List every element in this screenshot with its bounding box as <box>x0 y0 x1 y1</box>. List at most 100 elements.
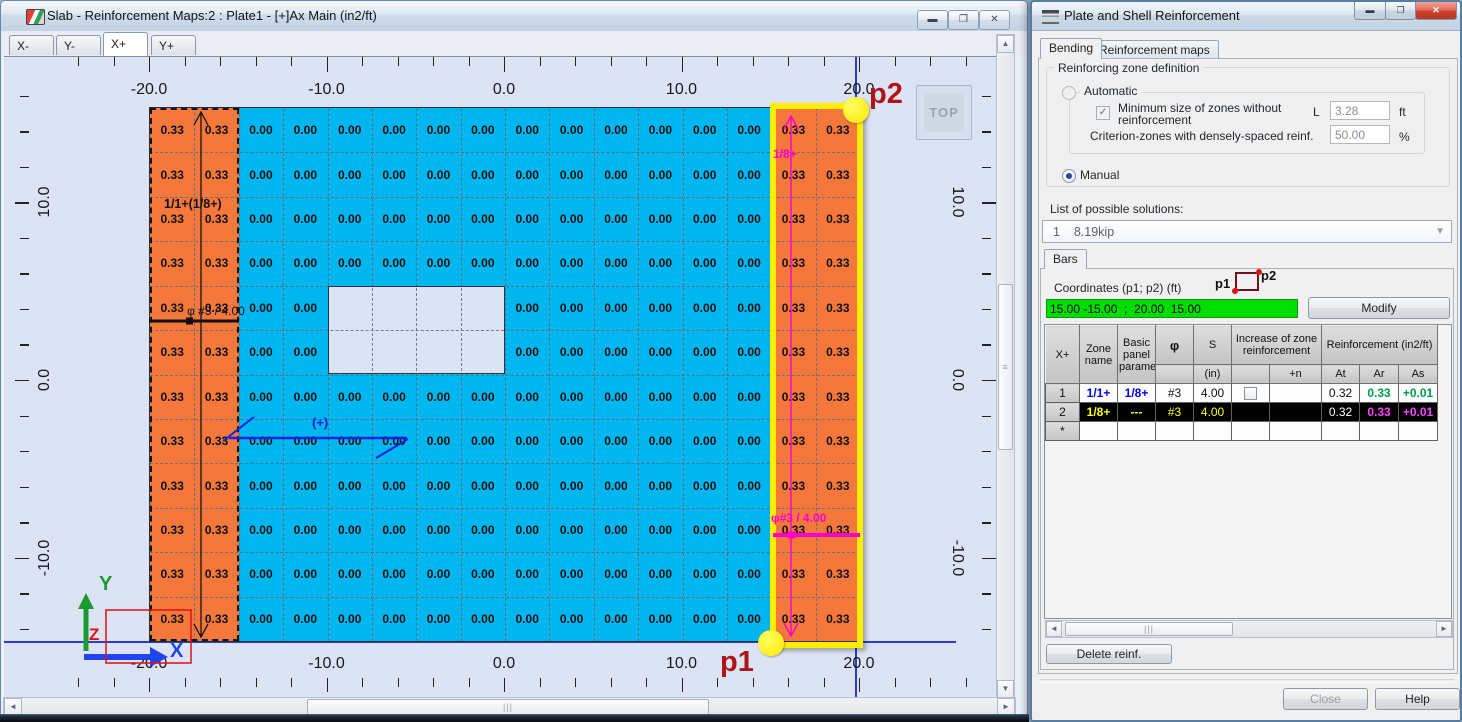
table-cell[interactable]: #3 <box>1155 383 1194 403</box>
table-cell[interactable] <box>1268 383 1323 403</box>
table-cell[interactable]: 1/8+ <box>1117 383 1156 403</box>
table-cell[interactable]: 0.32 <box>1321 383 1361 403</box>
slab[interactable]: 0.33 0.33 0.00 0.00 0.00 0.00 0.00 0.00 0.00 0.00… <box>149 107 861 642</box>
modify-button[interactable]: Modify <box>1308 297 1450 319</box>
table-cell[interactable]: #3 <box>1155 402 1194 422</box>
minimize-button[interactable]: ▬ <box>917 10 948 30</box>
table-cell[interactable] <box>1398 421 1439 441</box>
table-row[interactable]: * <box>1045 421 1439 441</box>
map-value: 0.33 <box>160 434 184 449</box>
horizontal-scroll-thumb[interactable]: ||| <box>307 699 709 715</box>
close-icon[interactable]: ✕ <box>979 10 1010 30</box>
delete-reinf-button[interactable]: Delete reinf. <box>1046 644 1172 664</box>
restore-button[interactable]: ❐ <box>948 10 979 30</box>
view-top-button[interactable]: TOP <box>916 85 972 140</box>
table-cell[interactable] <box>1231 383 1270 403</box>
ruler-tick <box>982 237 991 240</box>
map-value: 0.00 <box>737 611 761 626</box>
panel-close-icon[interactable]: ✕ <box>1415 2 1457 20</box>
tab-y-plus[interactable]: Y+ <box>151 35 196 55</box>
table-cell[interactable] <box>1321 421 1361 441</box>
panel-titlebar[interactable]: Plate and Shell Reinforcement ▬ ❐ ✕ <box>1032 2 1460 31</box>
p1-label: p1 <box>720 646 754 678</box>
table-cell[interactable]: 1 <box>1045 383 1080 403</box>
ruler-tick <box>894 678 896 687</box>
table-scroll-right-icon[interactable]: ► <box>1436 621 1452 637</box>
solutions-dropdown[interactable]: 1 8.19kip ▼ <box>1042 220 1452 243</box>
increase-checkbox[interactable] <box>1244 387 1257 401</box>
table-cell[interactable] <box>1117 421 1156 441</box>
ruler-tick <box>20 415 29 417</box>
table-scroll-left-icon[interactable]: ◄ <box>1046 621 1062 637</box>
table-row[interactable]: 1 1/1+ 1/8+ #3 4.00 0.32 0.33 +0.01 <box>1045 383 1439 403</box>
table-cell[interactable]: 1/1+ <box>1079 383 1118 403</box>
p2-handle[interactable] <box>843 97 869 123</box>
min-size-input[interactable] <box>1330 101 1390 120</box>
table-cell[interactable] <box>1231 402 1270 422</box>
left-titlebar[interactable]: Slab - Reinforcement Maps:2 : Plate1 - [… <box>1 1 1027 32</box>
selected-zone-outline[interactable] <box>770 103 863 648</box>
map-canvas[interactable]: 0.33 0.33 0.00 0.00 0.00 0.00 0.00 0.00 0.00 0.00… <box>4 56 996 698</box>
map-value: 0.00 <box>382 611 406 626</box>
table-cell[interactable]: 2 <box>1045 402 1080 422</box>
manual-radio[interactable] <box>1062 169 1076 183</box>
table-cell[interactable]: 1/8+ <box>1079 402 1118 422</box>
table-cell[interactable] <box>1268 402 1323 422</box>
tab-reinforcement-maps[interactable]: Reinforcement maps <box>1090 40 1219 59</box>
criterion-input[interactable] <box>1330 125 1390 144</box>
table-cell[interactable]: 0.32 <box>1321 402 1361 422</box>
map-value: 0.00 <box>693 611 717 626</box>
table-cell[interactable] <box>1359 421 1400 441</box>
tab-x-minus[interactable]: X- <box>9 35 54 55</box>
tab-x-plus[interactable]: X+ <box>103 32 148 56</box>
scroll-down-icon[interactable]: ▼ <box>997 680 1014 698</box>
reinforcement-table[interactable]: X+Zone nameBasic panel parametersφSIncre… <box>1045 325 1439 441</box>
min-size-checkbox[interactable]: ✓ <box>1096 106 1110 120</box>
table-cell[interactable]: 4.00 <box>1193 383 1232 403</box>
left-window-title: Slab - Reinforcement Maps:2 : Plate1 - [… <box>47 8 377 23</box>
map-value: 0.00 <box>249 167 273 182</box>
table-cell[interactable]: * <box>1045 421 1080 441</box>
table-cell[interactable]: --- <box>1117 402 1156 422</box>
vertical-scrollbar[interactable]: ▲ ▼ ≡ <box>996 34 1015 699</box>
map-value: 0.33 <box>204 212 229 227</box>
map-value: 0.00 <box>604 434 628 449</box>
tab-y-minus[interactable]: Y- <box>56 35 101 55</box>
map-value: 0.33 <box>204 478 229 493</box>
help-button[interactable]: Help <box>1375 688 1460 710</box>
table-scroll-thumb[interactable]: ||| <box>1065 622 1233 636</box>
automatic-radio[interactable] <box>1062 86 1076 100</box>
table-cell[interactable] <box>1268 421 1323 441</box>
close-button[interactable]: Close <box>1283 688 1368 710</box>
tab-bending[interactable]: Bending <box>1040 38 1103 59</box>
table-cell[interactable]: 0.33 <box>1359 402 1400 422</box>
reinforcement-table-area[interactable]: X+Zone nameBasic panel parametersφSIncre… <box>1044 324 1452 619</box>
table-cell[interactable]: 4.00 <box>1193 402 1232 422</box>
table-cell[interactable] <box>1231 421 1270 441</box>
table-cell[interactable]: +0.01 <box>1398 383 1439 403</box>
tab-bars[interactable]: Bars <box>1044 249 1087 269</box>
map-value: 0.00 <box>382 389 406 404</box>
scroll-up-icon[interactable]: ▲ <box>997 35 1014 53</box>
map-value: 0.00 <box>559 212 584 227</box>
panel-maximize-button[interactable]: ❐ <box>1385 2 1416 20</box>
vertical-scroll-thumb[interactable]: ≡ <box>998 284 1013 450</box>
table-cell[interactable] <box>1155 421 1194 441</box>
table-row[interactable]: 2 1/8+ --- #3 4.00 0.32 0.33 +0.01 <box>1045 402 1439 422</box>
criterion-label: Criterion-zones with densely-spaced rein… <box>1090 129 1314 143</box>
table-horizontal-scrollbar[interactable]: ◄ ► ||| <box>1045 620 1453 638</box>
ruler-tick <box>20 273 29 275</box>
table-cell[interactable] <box>1079 421 1118 441</box>
table-cell[interactable]: +0.01 <box>1398 402 1439 422</box>
p1-handle[interactable] <box>758 630 784 656</box>
coordinates-value-field[interactable]: 15.00 -15.00 ; 20.00 15.00 <box>1046 299 1298 318</box>
table-cell[interactable] <box>1193 421 1232 441</box>
panel-minimize-button[interactable]: ▬ <box>1354 2 1386 20</box>
map-value: 0.00 <box>382 567 406 582</box>
table-cell[interactable]: 0.33 <box>1359 383 1400 403</box>
background-window-strip <box>0 714 1029 722</box>
axis-label-x: -20.0 <box>130 81 168 98</box>
map-value: 0.00 <box>426 434 451 449</box>
map-value: 0.00 <box>559 123 584 138</box>
map-value: 0.00 <box>559 345 584 360</box>
